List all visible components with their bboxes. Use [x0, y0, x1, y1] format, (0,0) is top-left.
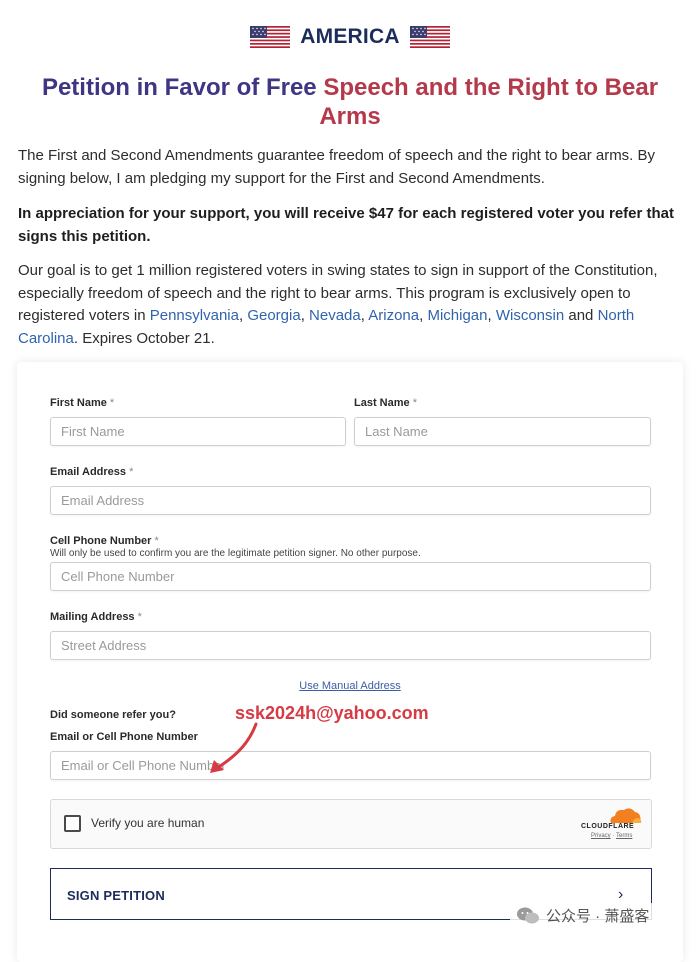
phone-hint: Will only be used to confirm you are the… — [50, 548, 421, 559]
phone-input[interactable]: Cell Phone Number — [50, 562, 651, 591]
last-name-label: Last Name * — [354, 397, 417, 409]
wechat-icon — [517, 907, 539, 923]
state-link-pennsylvania[interactable]: Pennsylvania — [150, 307, 239, 324]
referral-input[interactable]: Email or Cell Phone Number — [50, 751, 651, 780]
intro-paragraph-1: The First and Second Amendments guarante… — [18, 147, 656, 187]
brand-name: AMERICA — [300, 25, 400, 48]
watermark-text: 公众号 · 萧盛客 — [546, 908, 650, 925]
use-manual-address-link[interactable]: Use Manual Address — [0, 680, 700, 692]
sign-petition-label: SIGN PETITION — [67, 888, 165, 903]
reward-paragraph: In appreciation for your support, you wi… — [18, 205, 675, 245]
last-name-input[interactable]: Last Name — [354, 417, 651, 446]
annotation-arrow-icon — [210, 722, 258, 773]
phone-label: Cell Phone Number * — [50, 535, 159, 547]
first-name-input[interactable]: First Name — [50, 417, 346, 446]
state-link-nevada[interactable]: Nevada — [309, 307, 361, 324]
cloudflare-links: Privacy · Terms — [591, 833, 633, 839]
state-link-michigan[interactable]: Michigan — [427, 307, 487, 324]
cloudflare-terms-link[interactable]: Terms — [616, 833, 632, 839]
email-label: Email Address * — [50, 466, 134, 478]
state-link-georgia[interactable]: Georgia — [247, 307, 300, 324]
watermark: 公众号 · 萧盛客 — [510, 903, 656, 928]
verify-human-checkbox[interactable] — [64, 815, 81, 832]
title-part-1: Petition in Favor of Free — [41, 74, 324, 101]
email-input[interactable]: Email Address — [50, 486, 651, 515]
chevron-right-icon: › — [618, 886, 624, 903]
cloudflare-cloud-icon — [610, 808, 642, 823]
goal-paragraph: Our goal is to get 1 million registered … — [18, 262, 658, 347]
page-title: Petition in Favor of Free Speech and the… — [30, 73, 670, 131]
title-part-2: Speech and the Right to Bear Arms — [319, 74, 659, 130]
first-name-label: First Name * — [50, 397, 115, 409]
state-link-wisconsin[interactable]: Wisconsin — [496, 307, 564, 324]
verify-human-label: Verify you are human — [91, 816, 205, 830]
brand-header: AMERICA — [0, 24, 700, 50]
state-link-arizona[interactable]: Arizona — [368, 307, 419, 324]
referral-question: Did someone refer you? — [50, 709, 176, 721]
street-address-input[interactable]: Street Address — [50, 631, 651, 660]
cloudflare-privacy-link[interactable]: Privacy — [591, 833, 611, 839]
cloudflare-brand: CLOUDFLARE — [581, 823, 635, 830]
mailing-address-label: Mailing Address * — [50, 611, 142, 623]
us-flag-icon — [250, 26, 291, 48]
us-flag-icon — [409, 26, 450, 48]
referral-label: Email or Cell Phone Number — [50, 731, 198, 743]
cloudflare-captcha: Verify you are human CLOUDFLARE Privacy … — [50, 799, 652, 849]
